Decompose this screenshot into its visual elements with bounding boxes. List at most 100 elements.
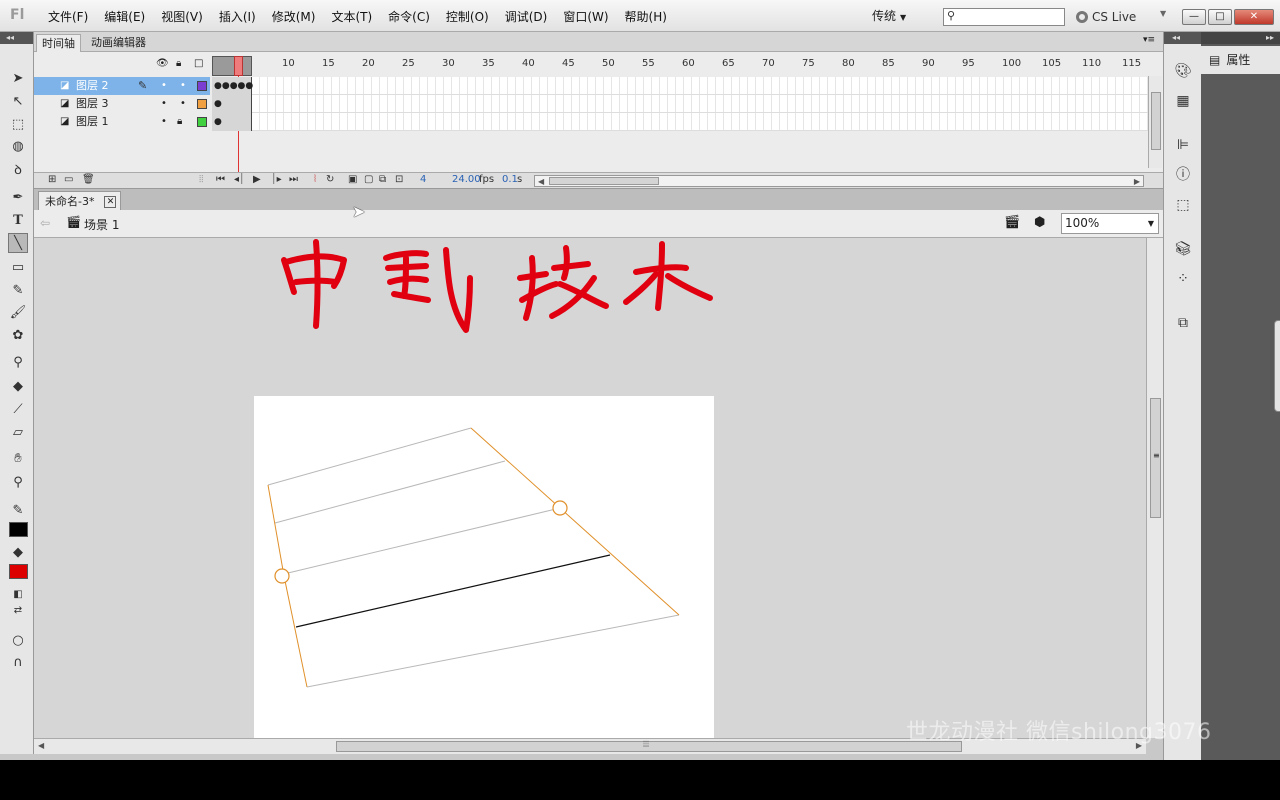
panel-resize-handle[interactable] [1274, 320, 1280, 412]
menu-commands[interactable]: 命令(C) [380, 0, 438, 32]
align-panel-icon[interactable]: ⊫ [1172, 134, 1194, 156]
zoom-select[interactable]: 100% ▼ [1061, 213, 1159, 234]
visibility-dot[interactable]: • [161, 77, 167, 95]
pasteboard[interactable] [34, 238, 1146, 738]
pen-icon[interactable]: ✒ [8, 187, 28, 207]
onion-outline-icon[interactable]: ▢ [364, 174, 373, 185]
minimize-button[interactable]: — [1182, 9, 1206, 25]
menu-modify[interactable]: 修改(M) [264, 0, 324, 32]
deco-icon[interactable]: ✿ [8, 325, 28, 345]
delete-layer-icon[interactable]: 🗑︎ [82, 174, 95, 185]
center-frame-icon[interactable]: ⦚ [314, 174, 316, 185]
menu-text[interactable]: 文本(T) [323, 0, 380, 32]
collapse-icon[interactable]: ◂◂ [0, 32, 33, 44]
keyframes[interactable]: ● [212, 113, 252, 131]
stage-canvas[interactable] [254, 396, 714, 738]
timeline-vertical-scrollbar[interactable] [1148, 76, 1162, 168]
components-panel-icon[interactable]: ⁘ [1172, 268, 1194, 290]
timeline-horizontal-scrollbar[interactable]: ◀ ▶ [534, 175, 1144, 187]
keyframes[interactable]: ●●●●● [212, 77, 253, 95]
eraser-icon[interactable]: ▱ [8, 422, 28, 442]
fill-color-swatch[interactable] [9, 564, 28, 579]
scroll-thumb[interactable] [1151, 92, 1161, 150]
tab-timeline[interactable]: 时间轴 [36, 34, 81, 52]
info-panel-icon[interactable]: ⓘ [1172, 164, 1194, 186]
layer-row[interactable]: ◪ 图层 1 • 🔒︎ [34, 113, 210, 131]
free-transform-icon[interactable]: ⬚ [8, 114, 28, 134]
workspace-switcher[interactable]: 传统 ▼ [872, 4, 932, 28]
collapse-icon[interactable]: ◂◂ [1164, 32, 1201, 44]
menu-control[interactable]: 控制(O) [438, 0, 497, 32]
layer-color-box[interactable] [197, 99, 207, 109]
calligraphy-title-art[interactable] [276, 238, 716, 338]
motion-presets-panel-icon[interactable]: ⧉ [1172, 312, 1194, 334]
brush-icon[interactable]: 🖌︎ [8, 302, 28, 322]
lock-icon[interactable]: 🔒︎ [176, 58, 181, 69]
panel-menu-icon[interactable]: ▾≡ [1143, 35, 1155, 45]
menu-debug[interactable]: 调试(D) [497, 0, 556, 32]
back-arrow-icon[interactable]: ⇦ [40, 216, 50, 230]
new-folder-icon[interactable]: ▭ [64, 174, 73, 185]
menu-file[interactable]: 文件(F) [40, 0, 96, 32]
collapse-icon[interactable]: ▸▸ [1201, 32, 1280, 44]
menu-view[interactable]: 视图(V) [153, 0, 211, 32]
go-first-frame-icon[interactable]: ⏮ [216, 174, 225, 185]
lock-icon[interactable]: 🔒︎ [177, 113, 182, 131]
stroke-color-swatch[interactable] [9, 522, 28, 537]
chevron-down-icon[interactable]: ▼ [1160, 9, 1166, 18]
loop-icon[interactable]: ↻ [326, 174, 334, 185]
scroll-left-arrow-icon[interactable]: ◀ [538, 177, 544, 186]
playhead[interactable] [234, 56, 243, 76]
color-panel-icon[interactable]: 🎨︎ [1172, 60, 1194, 82]
selection-icon[interactable]: ➤ [8, 68, 28, 88]
current-frame[interactable]: 4 [420, 174, 426, 185]
bone-icon[interactable]: ⚲ [8, 352, 28, 372]
close-button[interactable]: ✕ [1234, 9, 1274, 25]
frame-rate[interactable]: 24.00 [452, 174, 481, 185]
pencil-icon[interactable]: ✎ [8, 280, 28, 300]
keyframes[interactable]: ● [212, 95, 252, 113]
tab-motion-editor[interactable]: 动画编辑器 [86, 34, 151, 52]
onion-markers-icon[interactable]: ⊡ [395, 174, 403, 185]
visibility-dot[interactable]: • [161, 95, 167, 113]
eyedropper-icon[interactable]: ⟋ [8, 399, 28, 419]
document-tab[interactable]: 未命名-3* ✕ [38, 191, 122, 211]
scroll-left-arrow-icon[interactable]: ◀ [38, 741, 44, 750]
play-icon[interactable]: ▶ [253, 174, 261, 185]
menu-edit[interactable]: 编辑(E) [96, 0, 153, 32]
frame-grid[interactable]: ●●●●● ● ● [212, 76, 1148, 131]
swap-colors-icon[interactable]: ⇄ [8, 600, 28, 620]
text-icon[interactable]: T [8, 210, 28, 230]
menu-help[interactable]: 帮助(H) [617, 0, 675, 32]
frame-row[interactable]: ● [212, 95, 1148, 113]
lasso-icon[interactable]: ꝺ [8, 159, 28, 179]
snap-magnet-icon[interactable]: ∩ [8, 652, 28, 672]
frame-ruler[interactable]: 10 15 20 25 30 35 40 45 50 55 60 65 70 75 80 85 90 95 100 1… [212, 56, 1148, 74]
maximize-button[interactable]: □ [1208, 9, 1232, 25]
cs-live-button[interactable]: CS Live [1076, 8, 1136, 26]
swatches-panel-icon[interactable]: ▦ [1172, 90, 1194, 112]
go-last-frame-icon[interactable]: ⏭ [289, 174, 298, 185]
scroll-left-icon[interactable]: ⦙⦙ [199, 174, 203, 185]
close-icon[interactable]: ✕ [104, 196, 117, 208]
onion-skin-icon[interactable]: ▣ [348, 174, 357, 185]
scroll-thumb[interactable]: ⦙⦙⦙ [336, 740, 962, 752]
menu-insert[interactable]: 插入(I) [211, 0, 264, 32]
rectangle-icon[interactable]: ▭ [8, 257, 28, 277]
zoom-icon[interactable]: ⚲ [8, 472, 28, 492]
line-icon[interactable]: ╲ [8, 233, 28, 253]
frame-row[interactable]: ●●●●● [212, 77, 1148, 95]
frame-row[interactable]: ● [212, 113, 1148, 131]
visibility-dot[interactable]: • [161, 113, 167, 131]
eye-icon[interactable]: 👁︎ [156, 58, 169, 69]
edit-scene-icon[interactable]: 🎬︎ [1004, 215, 1021, 230]
breadcrumb-scene[interactable]: 场景 1 [84, 216, 119, 233]
3d-rotation-icon[interactable]: ◍ [8, 136, 28, 156]
lock-dot[interactable]: • [180, 95, 186, 113]
lock-dot[interactable]: • [180, 77, 186, 95]
scroll-thumb[interactable]: ≡ [1150, 398, 1161, 518]
step-back-icon[interactable]: ◂⏐ [234, 174, 245, 185]
properties-tab[interactable]: ▤ 属性 [1201, 46, 1280, 74]
layer-row[interactable]: ◪ 图层 3 • • [34, 95, 210, 113]
outline-icon[interactable]: □ [194, 58, 203, 69]
